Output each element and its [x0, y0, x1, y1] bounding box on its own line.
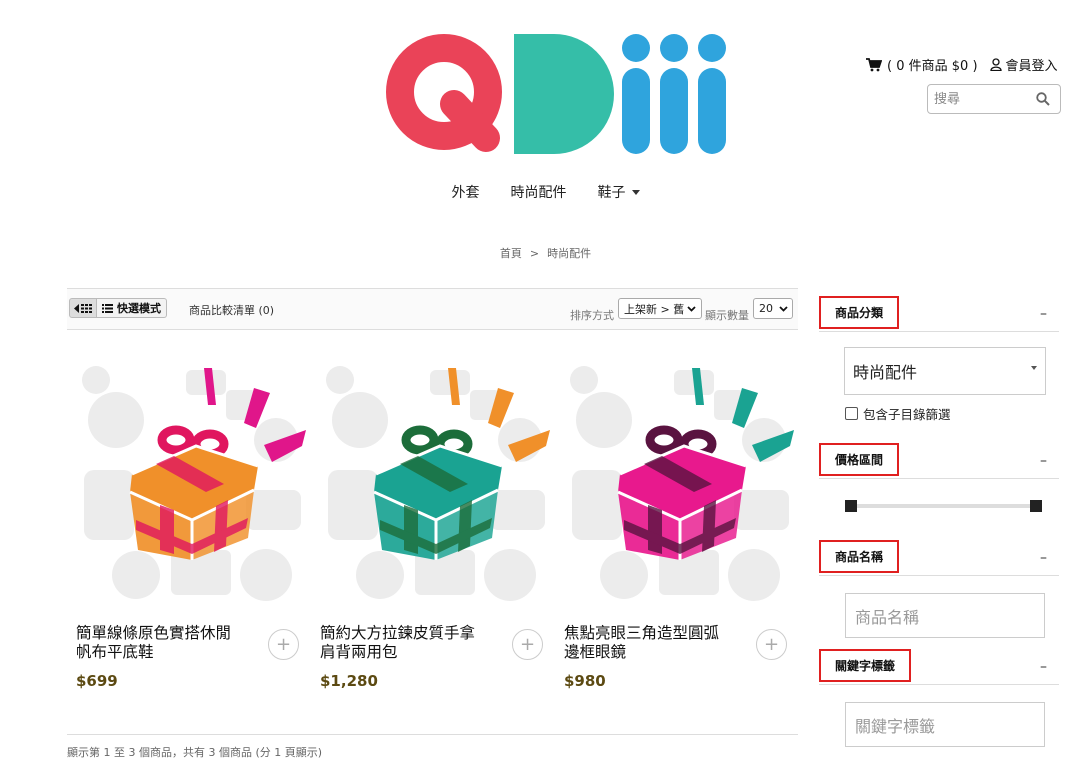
- listing-divider: [67, 734, 798, 735]
- product-name[interactable]: 焦點亮眼三角造型圓弧邊框眼鏡: [564, 624, 734, 662]
- cart-icon: [866, 57, 882, 71]
- keyword-tag-input[interactable]: 關鍵字標籤: [845, 702, 1045, 747]
- breadcrumb-separator: >: [529, 247, 540, 260]
- logo-d: [514, 34, 614, 154]
- search-input[interactable]: [928, 85, 1028, 113]
- collapse-icon[interactable]: –: [1040, 659, 1047, 675]
- category-select[interactable]: 時尚配件: [844, 347, 1046, 395]
- filter-category-title: 商品分類: [819, 296, 900, 329]
- grid-view-button[interactable]: [69, 298, 97, 318]
- login-link[interactable]: 會員登入: [989, 55, 1058, 74]
- plus-icon: +: [519, 634, 536, 655]
- filter-name-title: 商品名稱: [819, 540, 900, 573]
- user-icon: [989, 58, 1002, 71]
- nav-item-jackets[interactable]: 外套: [452, 182, 480, 202]
- keyword-tag-placeholder: 關鍵字標籤: [855, 716, 936, 736]
- sort-select[interactable]: 上架新 > 舊: [618, 298, 702, 319]
- collapse-icon[interactable]: –: [1040, 550, 1047, 566]
- chevron-down-icon: [687, 306, 696, 312]
- cart-link[interactable]: ( 0 件商品 $0 ): [866, 55, 978, 74]
- product-price: $699: [76, 672, 118, 690]
- pagination-summary: 顯示第 1 至 3 個商品，共有 3 個商品 (分 1 頁顯示): [67, 746, 323, 759]
- filter-name-header[interactable]: 商品名稱 –: [819, 540, 1059, 576]
- sort-label: 排序方式: [570, 309, 614, 322]
- add-to-cart-button[interactable]: +: [512, 629, 543, 660]
- nav-item-accessories[interactable]: 時尚配件: [511, 182, 567, 202]
- quick-mode-button[interactable]: 快選模式: [97, 298, 167, 318]
- cart-summary: ( 0 件商品 $0 ): [887, 59, 978, 74]
- qty-select[interactable]: 20: [753, 298, 793, 319]
- logo-iii: [622, 34, 726, 154]
- nav-item-label: 外套: [451, 185, 480, 201]
- caret-down-icon: [1031, 366, 1037, 370]
- list-view-icon: [102, 303, 113, 313]
- product-image[interactable]: [564, 360, 796, 604]
- view-toggle: 快選模式: [69, 298, 167, 318]
- login-label: 會員登入: [1005, 59, 1058, 74]
- plus-icon: +: [275, 634, 292, 655]
- breadcrumb-current: 時尚配件: [547, 247, 592, 260]
- include-subcategory-label: 包含子目錄篩選: [863, 407, 951, 422]
- logo-q: [386, 34, 502, 152]
- product-image[interactable]: [320, 360, 552, 604]
- collapse-icon[interactable]: –: [1040, 453, 1047, 469]
- plus-icon: +: [763, 634, 780, 655]
- nav-item-label: 鞋子: [597, 185, 626, 201]
- grid-view-icon: [74, 303, 92, 313]
- product-image[interactable]: [76, 360, 308, 604]
- product-name[interactable]: 簡約大方拉鍊皮質手拿肩背兩用包: [320, 624, 490, 662]
- include-subcategory-checkbox[interactable]: 包含子目錄篩選: [845, 404, 951, 423]
- qty-value: 20: [759, 302, 773, 315]
- price-slider-min-handle[interactable]: [845, 500, 857, 512]
- price-slider-track[interactable]: [850, 504, 1036, 508]
- chevron-down-icon: [779, 306, 788, 312]
- product-price: $1,280: [320, 672, 378, 690]
- compare-list-link[interactable]: 商品比較清單 (0): [189, 302, 274, 318]
- product-price: $980: [564, 672, 606, 690]
- product-name[interactable]: 簡單線條原色實搭休閒帆布平底鞋: [76, 624, 246, 662]
- qdiii-logo[interactable]: [386, 30, 730, 156]
- main-nav: 外套 時尚配件 鞋子: [0, 182, 1091, 202]
- product-card[interactable]: 焦點亮眼三角造型圓弧邊框眼鏡 $980 +: [564, 360, 796, 690]
- category-value: 時尚配件: [853, 363, 918, 382]
- product-card[interactable]: 簡單線條原色實搭休閒帆布平底鞋 $699 +: [76, 360, 308, 690]
- product-card[interactable]: 簡約大方拉鍊皮質手拿肩背兩用包 $1,280 +: [320, 360, 552, 690]
- checkbox-box[interactable]: [845, 407, 858, 420]
- filter-keyword-title: 關鍵字標籤: [819, 649, 912, 682]
- filter-price-header[interactable]: 價格區間 –: [819, 443, 1059, 479]
- collapse-icon[interactable]: –: [1040, 306, 1047, 322]
- filter-keyword-header[interactable]: 關鍵字標籤 –: [819, 649, 1059, 685]
- add-to-cart-button[interactable]: +: [268, 629, 299, 660]
- caret-down-icon: [631, 189, 640, 195]
- header-account-bar: ( 0 件商品 $0 ) 會員登入: [866, 55, 1058, 74]
- breadcrumb-home[interactable]: 首頁: [500, 247, 522, 260]
- qty-label: 顯示數量: [705, 309, 749, 322]
- sort-value: 上架新 > 舊: [624, 302, 685, 316]
- price-slider-max-handle[interactable]: [1030, 500, 1042, 512]
- filter-price-title: 價格區間: [819, 443, 900, 476]
- breadcrumb: 首頁 > 時尚配件: [0, 245, 1091, 261]
- product-name-placeholder: 商品名稱: [855, 607, 920, 627]
- nav-item-label: 時尚配件: [510, 185, 567, 201]
- add-to-cart-button[interactable]: +: [756, 629, 787, 660]
- quick-mode-label: 快選模式: [117, 302, 161, 315]
- search-box: [927, 84, 1061, 114]
- nav-item-shoes[interactable]: 鞋子: [598, 182, 640, 202]
- product-name-input[interactable]: 商品名稱: [845, 593, 1045, 638]
- listing-toolbar: 快選模式 商品比較清單 (0) 排序方式 上架新 > 舊 顯示數量 20: [67, 288, 798, 330]
- search-icon[interactable]: [1036, 92, 1050, 106]
- filter-category-header[interactable]: 商品分類 –: [819, 296, 1059, 332]
